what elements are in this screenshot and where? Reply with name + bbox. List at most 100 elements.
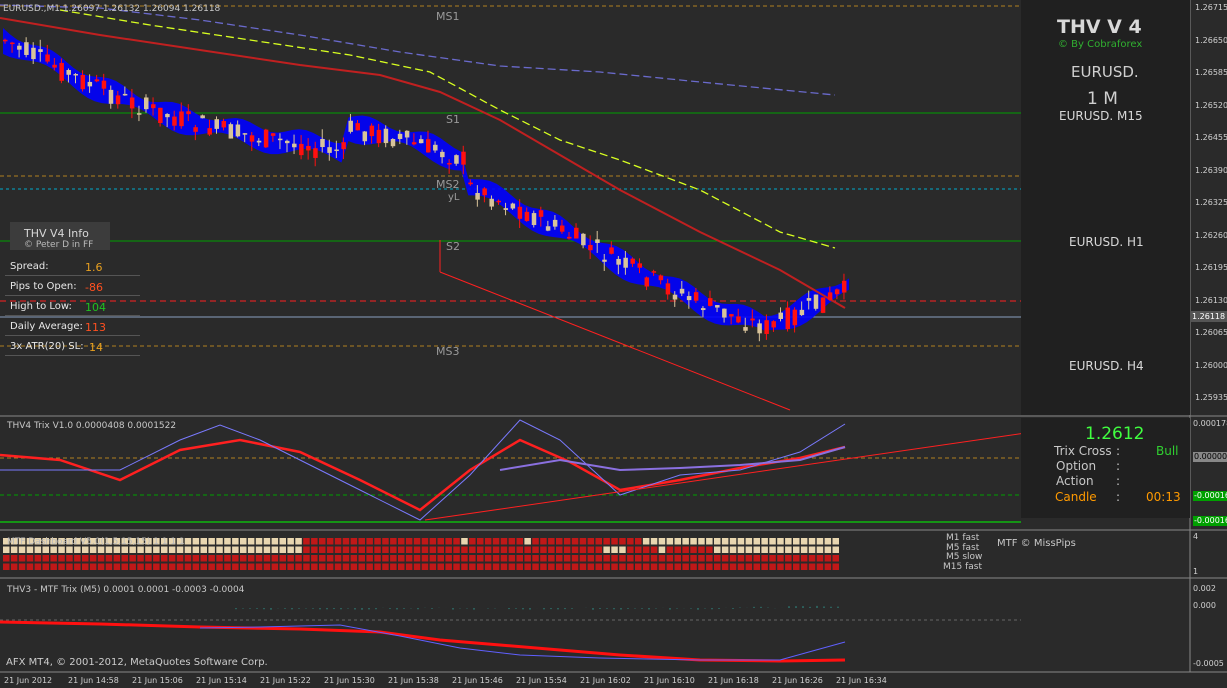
level-s1-label: S1 [446, 113, 460, 126]
mtf-cell [437, 538, 444, 545]
price-tick-label: 1.26390 [1195, 165, 1227, 175]
mtf-cell [374, 555, 381, 562]
mtf-cell [832, 538, 839, 545]
mtf-cell [737, 563, 745, 570]
mtf-cell [714, 555, 721, 562]
level-yl-label: yL [448, 192, 460, 203]
mtf-cell [666, 555, 674, 562]
mtf-cell [469, 538, 476, 545]
mtf-cell [240, 546, 247, 553]
candle-body [602, 259, 607, 262]
mtf-cell [405, 563, 413, 570]
candle-body [623, 257, 628, 268]
mtf-cell [311, 563, 318, 570]
candle-body [489, 198, 494, 207]
mtf-cell [224, 563, 231, 570]
mtf-cell [113, 555, 121, 562]
mtf-label-m1-fast: M1 fast [946, 533, 980, 543]
mtf-cell [563, 555, 571, 562]
mtf-cell [516, 563, 523, 570]
mtf-cell [161, 546, 168, 553]
mt4-chart-window[interactable]: EURUSD.,M1 1.26097 1.26132 1.26094 1.261… [0, 0, 1227, 688]
time-tick-label: 21 Jun 15:30 [324, 676, 375, 685]
mtf-cell [706, 563, 713, 570]
mtf-cell [666, 538, 674, 545]
mtf-cell [358, 538, 365, 545]
mtf-cell [603, 546, 610, 553]
mtf-cell [390, 546, 397, 553]
candle-body [242, 133, 248, 135]
candle-body [390, 139, 396, 147]
time-tick-label: 21 Jun 16:26 [772, 676, 823, 685]
mtf-cell [619, 555, 626, 562]
candle-body [292, 143, 297, 148]
candle-body [165, 113, 170, 118]
mtf-cell [698, 563, 705, 570]
mtf-cell [635, 555, 642, 562]
mtf-cell [137, 563, 144, 570]
mtf-cell [453, 546, 460, 553]
mtf-cell [785, 538, 792, 545]
mtf-cell [437, 546, 444, 553]
level-ms2-label: MS2 [436, 178, 460, 191]
price-tick-label: 1.26195 [1195, 263, 1227, 272]
time-tick-label: 21 Jun 14:58 [68, 676, 119, 685]
candle-body [3, 39, 8, 42]
mtf-cell [176, 563, 184, 570]
mtf-cell [129, 555, 136, 562]
mtf-cell [105, 555, 113, 562]
mtf-cell [698, 555, 705, 562]
mtf-cell [421, 555, 429, 562]
mtf-cell [642, 555, 650, 562]
mtf-cell [192, 546, 200, 553]
price-tick-label: 1.26325 [1195, 198, 1227, 207]
mtf-cell [334, 563, 342, 570]
candle-body [440, 151, 445, 158]
mtf-cell [58, 555, 65, 562]
mtf-cell [642, 538, 650, 545]
time-tick-label: 21 Jun 16:10 [644, 676, 695, 685]
candle-body [369, 125, 375, 137]
trix-axis-bottom: -0.00016 [1193, 516, 1227, 526]
mtf-cell [595, 563, 602, 570]
mtf-cell [121, 563, 128, 570]
mtf-cell [10, 546, 18, 553]
level-ms1-label: MS1 [436, 10, 460, 23]
mtf-cell [690, 546, 697, 553]
info-value: 104 [85, 301, 106, 314]
mtf-cell [769, 563, 776, 570]
time-tick-label: 21 Jun 15:14 [196, 676, 247, 685]
candle-body [644, 277, 650, 287]
candle-body [151, 104, 156, 109]
mtf-cell [82, 546, 89, 553]
candle-body [122, 93, 128, 96]
mtf-cell [247, 555, 255, 562]
mtf-cell [121, 546, 128, 553]
mtf-cell [832, 555, 839, 562]
info-value: 14 [89, 341, 103, 354]
candle-body [101, 80, 107, 89]
price-tick-label: 1.25935 [1195, 393, 1227, 402]
mtf-cell [334, 538, 342, 545]
candle-body [362, 131, 368, 142]
candle-body [193, 127, 198, 132]
candle-body [630, 258, 635, 264]
mtf-cell [398, 555, 405, 562]
candle-body [665, 283, 671, 295]
mtf-cell [200, 546, 207, 553]
mtf-cell [682, 563, 689, 570]
mtf-cell [753, 538, 760, 545]
time-tick-label: 21 Jun 16:02 [580, 676, 631, 685]
mtf-cell [477, 546, 484, 553]
level-ms3-label: MS3 [436, 345, 460, 358]
mtf-cell [374, 546, 381, 553]
candle-body [686, 296, 692, 301]
info-subtitle: © Peter D in FF [24, 240, 94, 250]
mtf-cell [208, 546, 215, 553]
mtf-cell [650, 538, 658, 545]
mtf-cell [666, 563, 674, 570]
mtf-cell [26, 563, 34, 570]
price-tick-label: 1.26650 [1195, 35, 1227, 45]
candle-body [820, 297, 826, 313]
mtf-cell [729, 546, 737, 553]
